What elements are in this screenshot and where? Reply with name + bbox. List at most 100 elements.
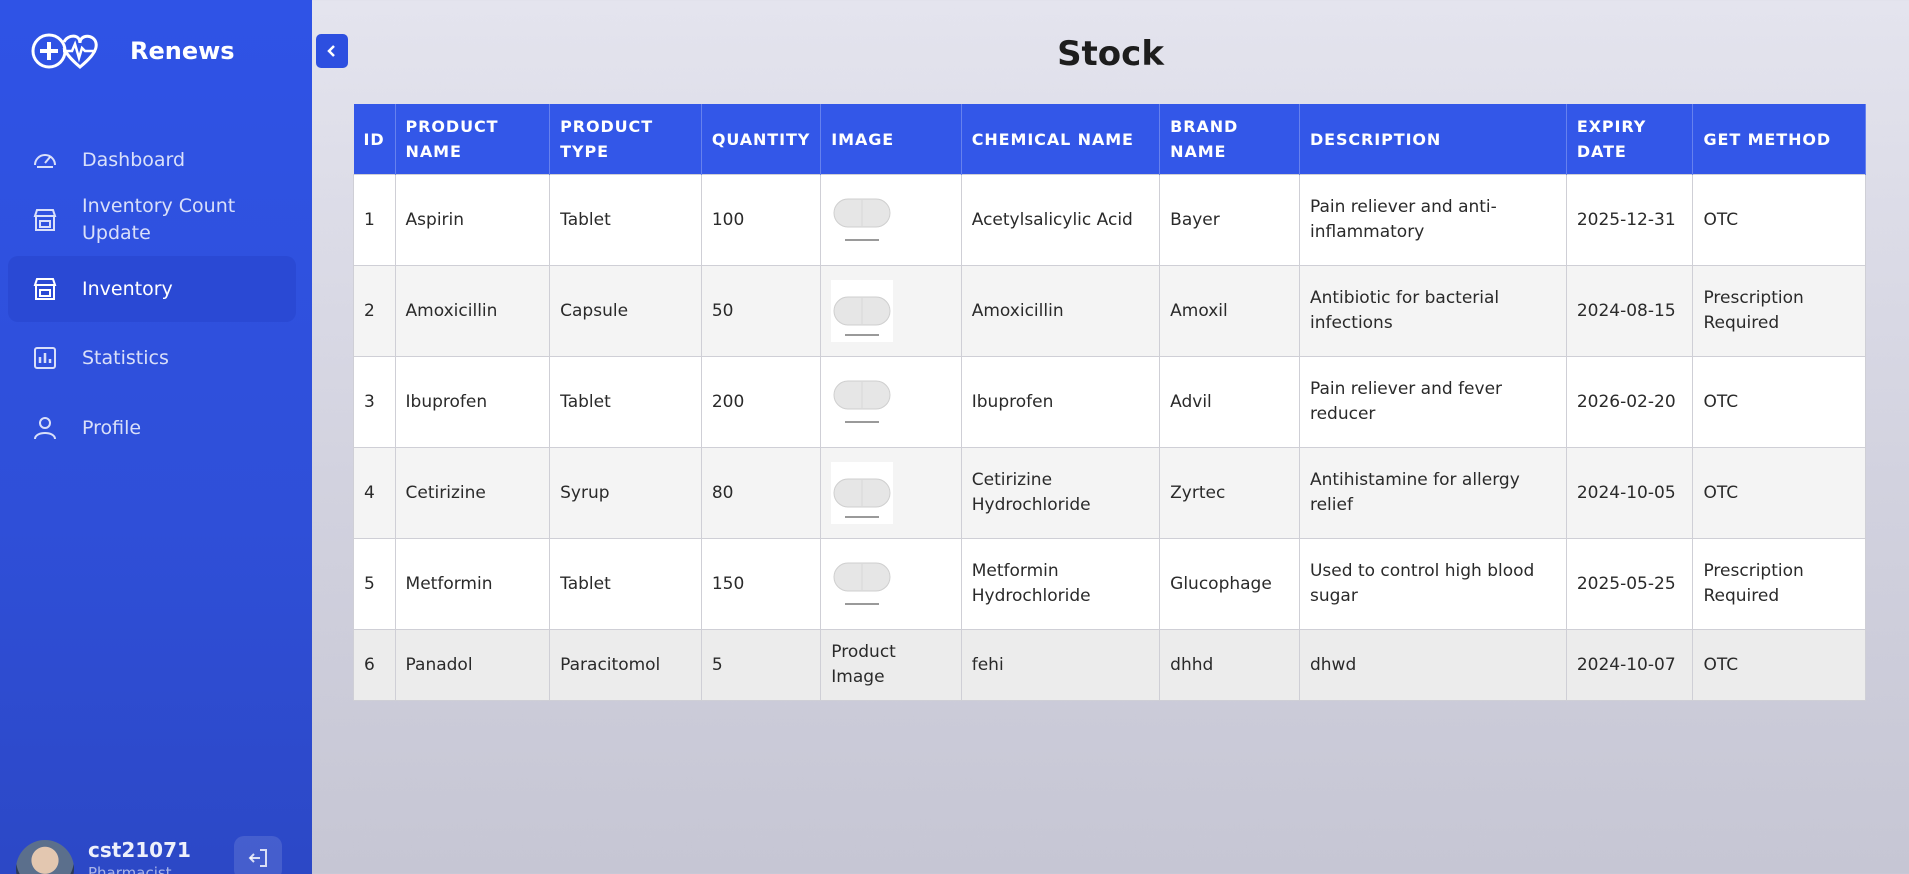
cell-product-name: Panadol <box>394 629 551 701</box>
cell-product-type: Tablet <box>549 538 702 630</box>
pill-icon <box>831 280 894 342</box>
cell-product-name: Ibuprofen <box>394 356 551 448</box>
column-header-quantity: QUANTITY <box>701 104 822 175</box>
gauge-icon <box>34 154 56 168</box>
store-icon <box>33 278 57 300</box>
cell-chemical-name: Amoxicillin <box>960 265 1161 357</box>
cell-expiry-date: 2025-12-31 <box>1565 174 1694 266</box>
logout-button[interactable] <box>234 836 282 874</box>
medical-heart-logo-icon <box>31 33 98 69</box>
cell-brand-name: Zyrtec <box>1159 447 1300 539</box>
user-panel: cst21071 Pharmacist <box>16 836 312 874</box>
bar-chart-icon <box>34 347 56 369</box>
cell-expiry-date: 2024-08-15 <box>1565 265 1694 357</box>
column-header-brand-name: BRAND NAME <box>1159 104 1300 175</box>
column-header-image: IMAGE <box>820 104 962 175</box>
cell-quantity: 150 <box>700 538 822 630</box>
cell-image <box>820 174 962 266</box>
page-title: Stock <box>1057 34 1164 74</box>
table-row[interactable]: 5 Metformin Tablet 150 Metformin Hydroch… <box>353 538 1866 630</box>
cell-brand-name: Amoxil <box>1159 265 1300 357</box>
cell-expiry-date: 2024-10-07 <box>1565 629 1694 701</box>
avatar[interactable] <box>16 840 74 874</box>
cell-id: 3 <box>353 356 396 448</box>
sidebar-item-inventory-count-update[interactable]: Inventory Count Update <box>8 184 296 256</box>
cell-description: Antihistamine for allergy relief <box>1298 447 1567 539</box>
column-header-id: ID <box>353 104 396 175</box>
table-row[interactable]: 2 Amoxicillin Capsule 50 Amoxicillin Amo… <box>353 265 1866 357</box>
table-row[interactable]: 6 Panadol Paracitomol 5 Product Image fe… <box>353 629 1866 701</box>
sidebar-item-statistics[interactable]: Statistics <box>8 326 296 390</box>
sidebar-item-label: Inventory Count Update <box>82 195 236 244</box>
sidebar-item-label: Profile <box>82 416 142 439</box>
cell-chemical-name: Ibuprofen <box>960 356 1161 448</box>
pill-icon <box>831 553 894 615</box>
cell-get-method: OTC <box>1692 447 1866 539</box>
cell-image <box>820 447 962 539</box>
column-header-product-name: PRODUCT NAME <box>395 104 551 175</box>
cell-product-type: Capsule <box>549 265 702 357</box>
cell-quantity: 5 <box>700 629 822 701</box>
brand[interactable]: Renews <box>30 30 235 72</box>
cell-id: 5 <box>353 538 396 630</box>
pill-icon <box>831 189 894 251</box>
sidebar-item-label: Inventory <box>82 277 173 300</box>
sidebar-item-dashboard[interactable]: Dashboard <box>8 136 296 184</box>
cell-brand-name: Bayer <box>1159 174 1300 266</box>
user-role: Pharmacist <box>88 864 172 874</box>
sidebar: Renews Dashboard Inventory Count Update <box>0 0 312 874</box>
column-header-description: DESCRIPTION <box>1299 104 1567 175</box>
cell-chemical-name: fehi <box>960 629 1161 701</box>
cell-image <box>820 356 962 448</box>
broken-image-alt-text: Product Image <box>831 642 896 687</box>
cell-description: Pain reliever and anti-inflammatory <box>1298 174 1567 266</box>
cell-get-method: Prescription Required <box>1692 265 1866 357</box>
cell-product-name: Metformin <box>394 538 551 630</box>
cell-product-name: Cetirizine <box>394 447 551 539</box>
cell-brand-name: Glucophage <box>1159 538 1300 630</box>
cell-product-type: Tablet <box>549 356 702 448</box>
cell-id: 1 <box>353 174 396 266</box>
cell-description: Pain reliever and fever reducer <box>1298 356 1567 448</box>
cell-product-type: Paracitomol <box>549 629 702 701</box>
sidebar-item-label: Statistics <box>82 346 169 369</box>
pill-icon <box>831 462 894 524</box>
cell-image <box>820 538 962 630</box>
cell-quantity: 80 <box>700 447 822 539</box>
column-header-expiry-date: EXPIRY DATE <box>1566 104 1694 175</box>
cell-product-name: Amoxicillin <box>394 265 551 357</box>
cell-expiry-date: 2026-02-20 <box>1565 356 1694 448</box>
cell-quantity: 100 <box>700 174 822 266</box>
cell-image <box>820 265 962 357</box>
sidebar-item-label: Dashboard <box>82 148 186 171</box>
cell-quantity: 200 <box>700 356 822 448</box>
cell-description: Used to control high blood sugar <box>1298 538 1567 630</box>
cell-chemical-name: Acetylsalicylic Acid <box>960 174 1161 266</box>
cell-id: 2 <box>353 265 396 357</box>
store-icon <box>33 209 57 231</box>
cell-brand-name: Advil <box>1159 356 1300 448</box>
table-row[interactable]: 3 Ibuprofen Tablet 200 Ibuprofen Advil P… <box>353 356 1866 448</box>
cell-get-method: OTC <box>1692 629 1866 701</box>
column-header-product-type: PRODUCT TYPE <box>549 104 702 175</box>
table-row[interactable]: 4 Cetirizine Syrup 80 Cetirizine Hydroch… <box>353 447 1866 539</box>
pill-icon <box>831 371 894 433</box>
sidebar-item-profile[interactable]: Profile <box>8 394 296 462</box>
cell-get-method: OTC <box>1692 356 1866 448</box>
sidebar-item-inventory[interactable]: Inventory <box>8 256 296 322</box>
cell-description: dhwd <box>1298 629 1567 701</box>
table-row[interactable]: 1 Aspirin Tablet 100 Acetylsalicylic Aci… <box>353 174 1866 266</box>
column-header-chemical-name: CHEMICAL NAME <box>961 104 1161 175</box>
sidebar-nav: Dashboard Inventory Count Update Invento… <box>8 136 296 462</box>
cell-product-type: Tablet <box>549 174 702 266</box>
cell-get-method: OTC <box>1692 174 1866 266</box>
user-name: cst21071 <box>88 838 191 862</box>
cell-chemical-name: Metformin Hydrochloride <box>960 538 1161 630</box>
logout-icon <box>248 849 267 867</box>
cell-expiry-date: 2025-05-25 <box>1565 538 1694 630</box>
cell-quantity: 50 <box>700 265 822 357</box>
cell-expiry-date: 2024-10-05 <box>1565 447 1694 539</box>
cell-product-type: Syrup <box>549 447 702 539</box>
cell-description: Antibiotic for bacterial infections <box>1298 265 1567 357</box>
cell-brand-name: dhhd <box>1159 629 1300 701</box>
